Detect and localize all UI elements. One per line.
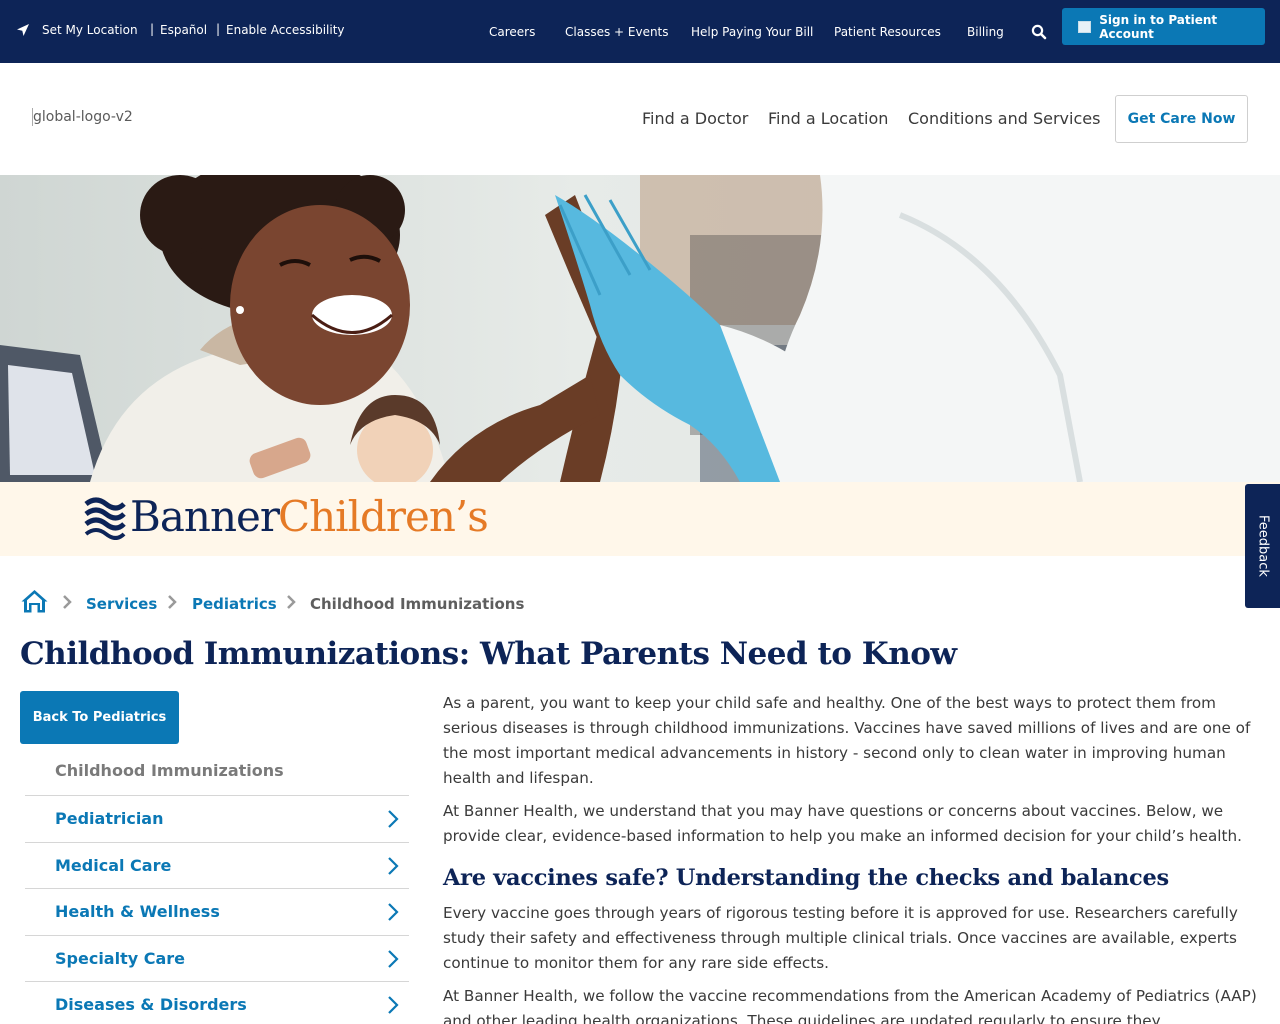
sidebar-item-specialty-care[interactable]: Specialty Care [25,934,409,982]
set-location-link[interactable]: Set My Location [16,23,138,37]
get-care-now-button[interactable]: Get Care Now [1115,95,1248,143]
hero-photo [0,175,1280,482]
banner-wave-logo-icon [84,497,126,540]
intro-paragraph: As a parent, you want to keep your child… [443,694,1251,787]
main-header: global-logo-v2 Find a Doctor Find a Loca… [0,63,1280,175]
chevron-right-icon [388,810,399,828]
chevron-right-icon [388,996,399,1014]
site-logo[interactable]: global-logo-v2 [32,108,133,126]
feedback-tab[interactable]: Feedback [1245,484,1280,608]
banner-childrens-brand-strip: Banner Children’s [0,482,1280,556]
find-a-location-link[interactable]: Find a Location [768,109,888,128]
espanol-link[interactable]: Español [160,23,207,37]
sidebar-item-diseases-disorders[interactable]: Diseases & Disorders [25,981,409,1024]
find-a-doctor-link[interactable]: Find a Doctor [642,109,748,128]
sidebar-item-label: Health & Wellness [55,902,220,921]
account-image-icon [1078,20,1092,33]
search-icon[interactable] [1031,24,1047,40]
home-icon[interactable] [20,588,49,614]
feedback-label: Feedback [1255,515,1270,577]
set-location-label: Set My Location [42,23,138,37]
chevron-right-icon [388,903,399,921]
breadcrumb-pediatrics[interactable]: Pediatrics [192,595,277,613]
breadcrumb-current: Childhood Immunizations [310,595,525,613]
sidebar-item-label: Specialty Care [55,948,186,968]
sidebar-item-label: Diseases & Disorders [55,995,247,1014]
sign-in-label: Sign in to Patient Account [1099,12,1218,41]
help-paying-bill-link[interactable]: Help Paying Your Bill [691,25,813,39]
article-body: As a parent, you want to keep your child… [443,691,1261,1024]
page-title: Childhood Immunizations: What Parents Ne… [20,636,957,672]
conditions-services-link[interactable]: Conditions and Services [908,109,1100,128]
section-heading: Are vaccines safe? Understanding the che… [443,865,1169,891]
sidebar-item-medical-care[interactable]: Medical Care [25,841,409,889]
enable-accessibility-link[interactable]: Enable Accessibility [226,23,345,37]
chevron-right-icon [388,856,399,875]
back-to-pediatrics-button[interactable]: Back To Pediatrics [20,691,179,744]
body-paragraph-2: At Banner Health, we follow the vaccine … [443,987,1257,1024]
sidebar-item-label: Medical Care [55,855,172,875]
chevron-right-icon [168,595,177,609]
intro-paragraph-2: At Banner Health, we understand that you… [443,802,1242,845]
sidebar-item-health-wellness[interactable]: Health & Wellness [25,888,409,935]
divider: | [150,22,155,36]
utility-bar: Set My Location | Español | Enable Acces… [0,0,1280,63]
patient-resources-link[interactable]: Patient Resources [834,25,941,39]
chevron-right-icon [388,949,399,968]
logo-alt-text: global-logo-v2 [33,109,133,125]
chevron-right-icon [287,595,296,609]
careers-link[interactable]: Careers [489,25,535,39]
chevron-right-icon [63,595,72,609]
sidebar-current-page: Childhood Immunizations [55,761,284,780]
sidebar-nav: Pediatrician Medical Care Health & Welln… [25,795,409,1024]
sidebar-item-label: Pediatrician [55,809,164,828]
brand-word-childrens: Children’s [278,492,489,541]
billing-link[interactable]: Billing [967,25,1004,39]
brand-word-banner: Banner [130,492,280,541]
classes-events-link[interactable]: Classes + Events [565,25,669,39]
hero-image [0,175,1280,482]
breadcrumb-services[interactable]: Services [86,595,157,613]
divider: | [216,22,221,36]
sidebar-item-pediatrician[interactable]: Pediatrician [25,795,409,842]
sign-in-patient-account-button[interactable]: Sign in to Patient Account [1062,8,1265,45]
body-paragraph: Every vaccine goes through years of rigo… [443,904,1238,972]
location-arrow-icon [17,24,29,36]
